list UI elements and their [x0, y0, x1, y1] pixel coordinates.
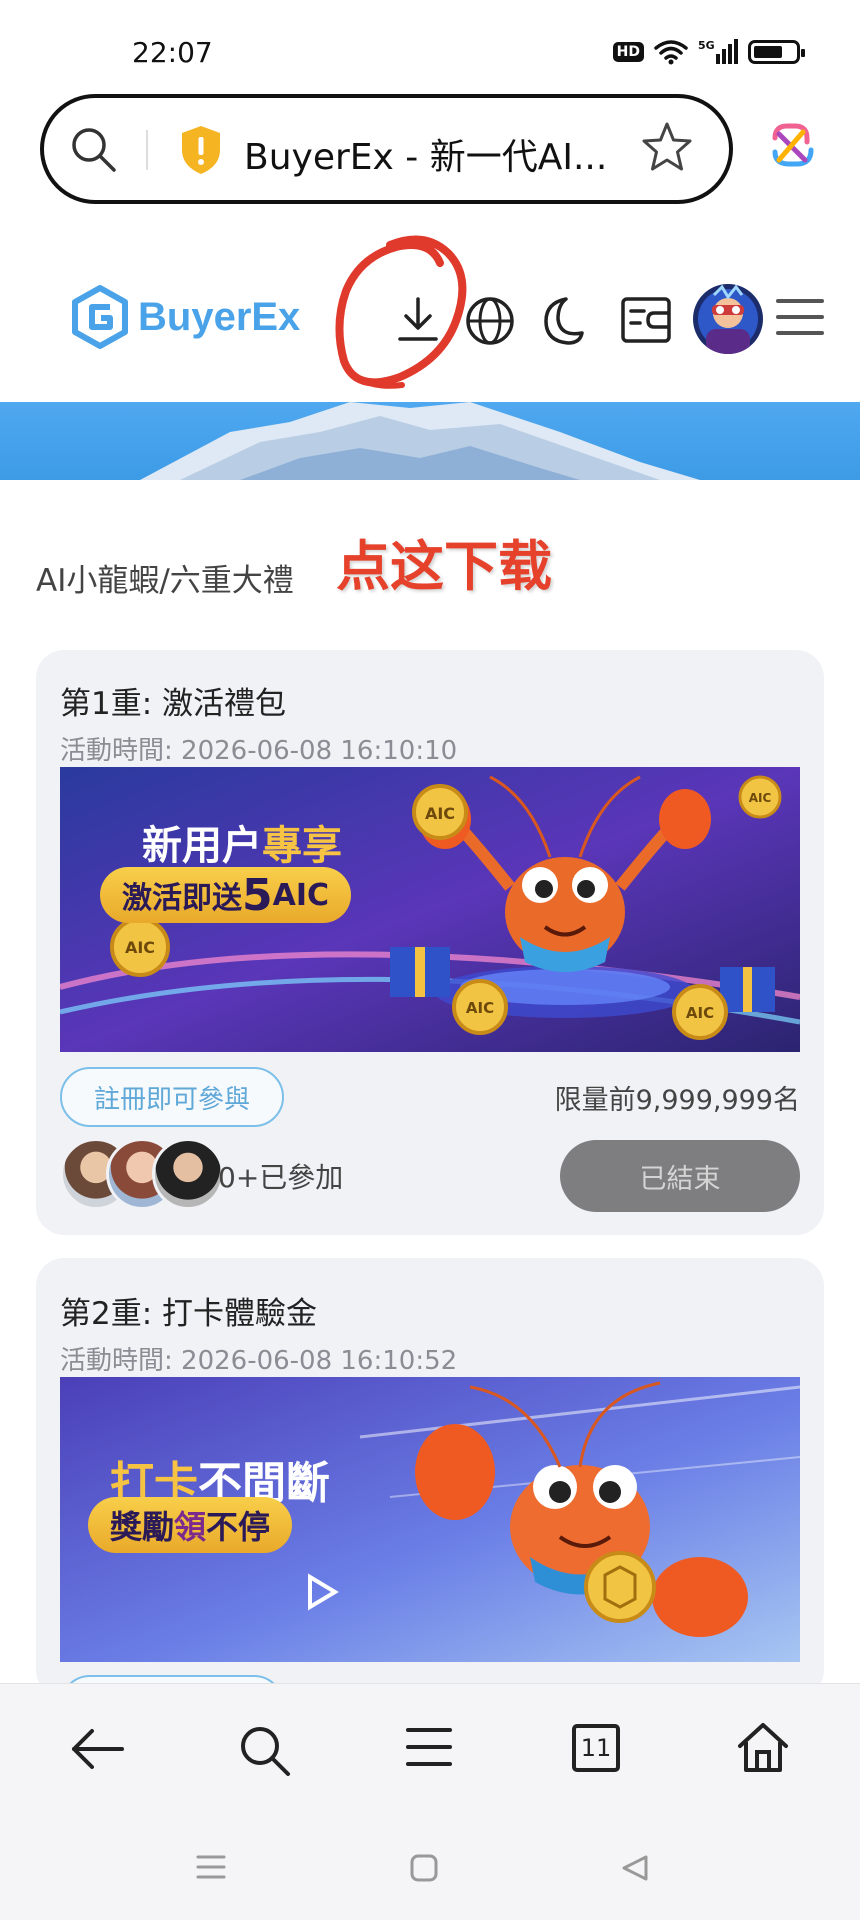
activity-card-2: 第2重: 打卡體驗金 活動時間: 2026-06-08 16:10:52 打卡不…	[36, 1258, 824, 1698]
card-time: 活動時間: 2026-06-08 16:10:10	[60, 736, 458, 766]
avatar	[152, 1138, 224, 1210]
wifi-icon	[654, 40, 688, 65]
join-tag[interactable]: 註冊即可參與	[60, 1067, 284, 1127]
url-divider	[146, 130, 148, 170]
coin-icon: AIC	[738, 775, 782, 819]
logo-icon	[72, 285, 128, 349]
recent-apps-icon[interactable]	[196, 1853, 226, 1881]
hero-banner[interactable]	[0, 402, 860, 480]
logo-text: BuyerEx	[138, 294, 301, 339]
coin-icon: AIC	[110, 917, 170, 977]
shield-icon[interactable]	[178, 124, 224, 176]
joined-count: 0+已參加	[218, 1161, 344, 1194]
search-icon[interactable]	[68, 124, 120, 176]
svg-text:5G: 5G	[698, 39, 715, 52]
back-icon[interactable]	[70, 1724, 126, 1774]
search-icon[interactable]	[238, 1724, 292, 1778]
avatar[interactable]	[692, 283, 764, 355]
section-title: AI小龍蝦/六重大禮	[36, 563, 294, 599]
system-nav	[0, 1813, 860, 1920]
hd-badge: HD	[612, 42, 644, 62]
url-title[interactable]: BuyerEx - 新一代AI...	[244, 128, 607, 180]
mountain-image	[140, 402, 700, 480]
coin-icon: AIC	[412, 784, 468, 840]
status-bar: 22:07 HD 5G	[0, 0, 860, 90]
url-bar[interactable]: BuyerEx - 新一代AI...	[40, 94, 733, 204]
coin-icon: AIC	[672, 984, 728, 1040]
red-circle-annotation	[335, 235, 467, 389]
moon-icon[interactable]	[538, 295, 584, 347]
site-logo[interactable]: BuyerEx	[70, 285, 300, 349]
svg-text:AIC: AIC	[425, 804, 455, 823]
banner-pill: 激活即送 5 AIC	[100, 867, 352, 923]
coin-icon: AIC	[452, 979, 508, 1035]
activity-card-1: 第1重: 激活禮包 活動時間: 2026-06-08 16:10:10 AIC …	[36, 650, 824, 1235]
status-icons: HD 5G	[612, 38, 805, 66]
svg-text:AIC: AIC	[749, 791, 772, 805]
download-annotation: 点这下载	[336, 535, 552, 598]
battery-icon	[748, 40, 805, 64]
activity-banner-2[interactable]: 打卡不間斷 獎勵領不停	[60, 1377, 800, 1662]
svg-text:AIC: AIC	[466, 999, 494, 1017]
wallet-icon[interactable]	[620, 295, 672, 345]
svg-text:AIC: AIC	[686, 1004, 714, 1022]
menu-icon[interactable]	[776, 295, 824, 339]
card-time: 活動時間: 2026-06-08 16:10:52	[60, 1346, 458, 1376]
participant-avatars	[60, 1138, 224, 1210]
limit-text: 限量前9,999,999名	[554, 1085, 800, 1116]
svg-text:AIC: AIC	[125, 938, 155, 957]
card-title: 第2重: 打卡體驗金	[60, 1296, 318, 1332]
coin-icon	[584, 1551, 656, 1623]
battery-fill	[754, 46, 782, 58]
home-button-icon[interactable]	[409, 1853, 439, 1883]
card-title: 第1重: 激活禮包	[60, 686, 287, 722]
browser-page: 22:07 HD 5G BuyerEx - 新一代AI... BuyerEx A…	[0, 0, 860, 1920]
extension-icon[interactable]	[765, 120, 817, 172]
home-icon[interactable]	[736, 1720, 790, 1774]
banner-pill: 獎勵領不停	[88, 1497, 293, 1553]
tabs-icon[interactable]: 11	[572, 1724, 620, 1772]
signal-icon: 5G	[698, 39, 738, 64]
back-button-icon[interactable]	[620, 1853, 650, 1883]
banner-headline: 新用户專享	[142, 823, 342, 869]
browser-bottom-nav: 11	[0, 1683, 860, 1813]
star-icon[interactable]	[639, 120, 695, 176]
status-time: 22:07	[132, 36, 213, 69]
menu-icon[interactable]	[406, 1724, 452, 1770]
ended-button[interactable]: 已結束	[560, 1140, 800, 1212]
activity-banner-1[interactable]: AIC AIC AIC AIC AIC 新用户專享 激活即送 5 AIC	[60, 767, 800, 1052]
